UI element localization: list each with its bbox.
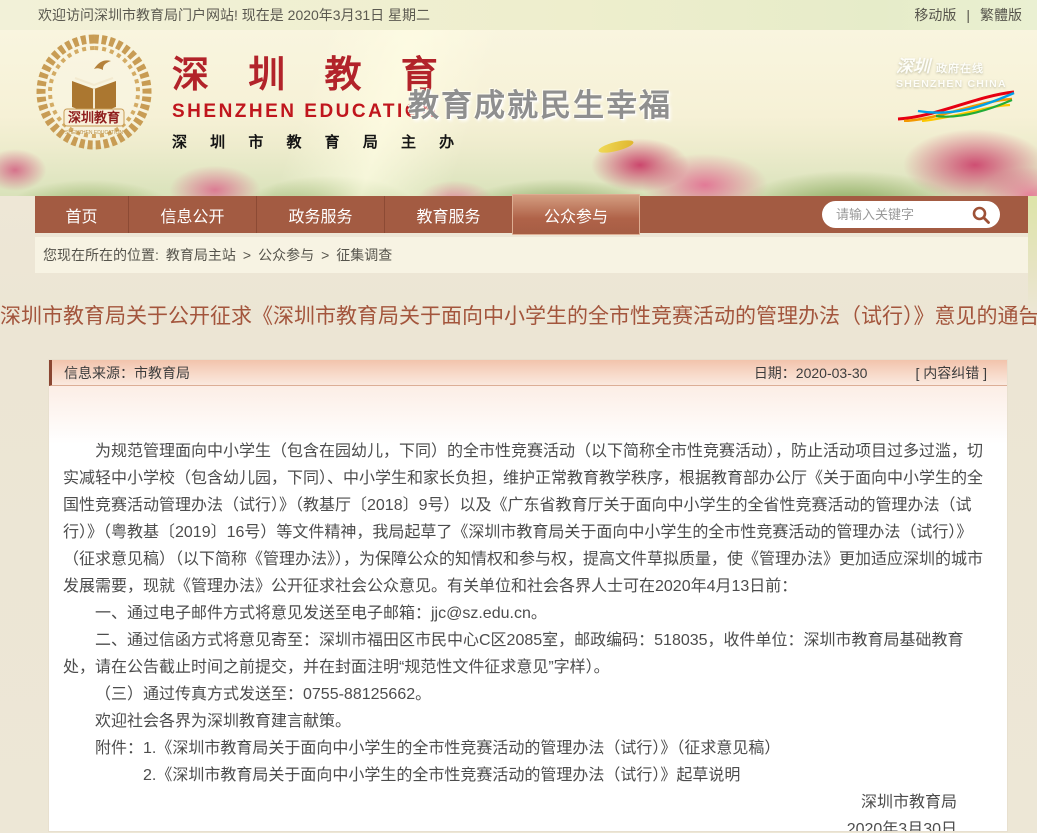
- article-meta-bar: 信息来源：市教育局 日期：2020-03-30 [ 内容纠错 ]: [49, 360, 1007, 386]
- breadcrumb-separator: >: [321, 247, 329, 263]
- welcome-text: 欢迎访问深圳市教育局门户网站! 现在是 2020年3月31日 星期二: [38, 5, 430, 25]
- education-emblem-logo: 深圳教育 SHENZHEN EDUCATION: [35, 33, 153, 151]
- article-paragraph-mail: 二、通过信函方式将意见寄至：深圳市福田区市民中心C区2085室，邮政编码：518…: [63, 627, 985, 681]
- search-icon: [971, 205, 991, 225]
- top-utility-bar: 欢迎访问深圳市教育局门户网站! 现在是 2020年3月31日 星期二 移动版 |…: [0, 0, 1037, 30]
- breadcrumb: 您现在所在的位置: 教育局主站 > 公众参与 > 征集调查: [35, 237, 1028, 273]
- breadcrumb-section[interactable]: 公众参与: [258, 245, 314, 265]
- traditional-version-link[interactable]: 繁體版: [980, 5, 1022, 25]
- content-correction-link[interactable]: [ 内容纠错 ]: [915, 363, 987, 383]
- nav-item-education-services[interactable]: 教育服务: [384, 196, 512, 233]
- language-divider: |: [966, 7, 970, 23]
- gov-logo-subtitle: 政府在线: [936, 60, 984, 76]
- search-input[interactable]: [836, 207, 970, 222]
- emblem-subtitle-text: SHENZHEN EDUCATION: [65, 130, 123, 136]
- breadcrumb-prefix: 您现在所在的位置:: [43, 245, 159, 265]
- colorful-wing-swoosh-icon: [896, 90, 1016, 122]
- gov-logo-en: SHENZHEN CHINA: [896, 78, 1021, 90]
- breadcrumb-separator: >: [243, 247, 251, 263]
- info-date: 日期：2020-03-30: [754, 363, 868, 383]
- article-paragraph-welcome: 欢迎社会各界为深圳教育建言献策。: [63, 708, 985, 735]
- nav-item-home[interactable]: 首页: [35, 196, 128, 233]
- breadcrumb-home[interactable]: 教育局主站: [166, 245, 236, 265]
- site-search: [822, 201, 1000, 228]
- article-attachment-1: 附件：1.《深圳市教育局关于面向中小学生的全市性竞赛活动的管理办法（试行）》（征…: [63, 735, 985, 762]
- background-strip: [1028, 196, 1037, 311]
- info-source: 信息来源：市教育局: [64, 363, 754, 383]
- site-slogan: 教育成就民生幸福: [408, 80, 672, 125]
- signature-date: 2020年3月30日: [63, 816, 985, 832]
- main-navigation: 首页 信息公开 政务服务 教育服务 公众参与: [35, 196, 1028, 233]
- article-paragraph: 为规范管理面向中小学生（包含在园幼儿，下同）的全市性竞赛活动（以下简称全市性竞赛…: [63, 438, 985, 600]
- nav-item-public-participation[interactable]: 公众参与: [512, 194, 640, 235]
- article-content-box: 信息来源：市教育局 日期：2020-03-30 [ 内容纠错 ] 为规范管理面向…: [48, 359, 1008, 832]
- page-title: 深圳市教育局关于公开征求《深圳市教育局关于面向中小学生的全市性竞赛活动的管理办法…: [0, 300, 1037, 330]
- article-paragraph-email: 一、通过电子邮件方式将意见发送至电子邮箱：jjc@sz.edu.cn。: [63, 600, 985, 627]
- emblem-title-text: 深圳教育: [68, 110, 120, 125]
- signature-org: 深圳市教育局: [63, 789, 985, 816]
- shenzhen-gov-online-logo[interactable]: 深圳 政府在线 SHENZHEN CHINA: [896, 52, 1021, 127]
- site-banner: 深圳教育 SHENZHEN EDUCATION 深 圳 教 育 SHENZHEN…: [0, 30, 1037, 196]
- nav-item-info-disclosure[interactable]: 信息公开: [128, 196, 256, 233]
- breadcrumb-current[interactable]: 征集调查: [336, 245, 392, 265]
- mobile-version-link[interactable]: 移动版: [914, 5, 956, 25]
- article-body: 为规范管理面向中小学生（包含在园幼儿，下同）的全市性竞赛活动（以下简称全市性竞赛…: [49, 386, 1007, 832]
- gov-logo-cn: 深圳: [896, 52, 930, 77]
- search-button[interactable]: [970, 204, 992, 226]
- article-attachment-2: 2.《深圳市教育局关于面向中小学生的全市性竞赛活动的管理办法（试行）》起草说明: [63, 762, 985, 789]
- article-paragraph-fax: （三）通过传真方式发送至：0755-88125662。: [63, 681, 985, 708]
- slogan-leaf-decoration: [597, 138, 634, 155]
- nav-item-gov-services[interactable]: 政务服务: [256, 196, 384, 233]
- site-host-text: 深 圳 市 教 育 局 主 办: [172, 131, 464, 152]
